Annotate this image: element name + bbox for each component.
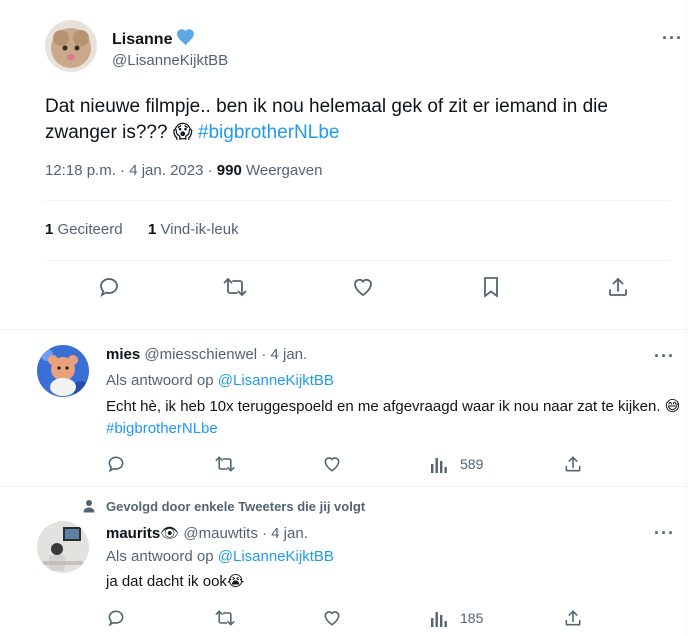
reply-header: mies @miesschienwel · 4 jan. <box>106 346 307 363</box>
reply-date[interactable]: · 4 jan. <box>261 346 307 363</box>
heart-icon <box>322 608 342 628</box>
quotes-label: Geciteerd <box>57 221 123 238</box>
reply-date[interactable]: · 4 jan. <box>262 525 308 542</box>
reply-tweet[interactable]: mies @miesschienwel · 4 jan. ··· Als ant… <box>0 330 687 486</box>
share-icon <box>563 608 583 628</box>
views-count: 185 <box>460 610 484 626</box>
author-handle[interactable]: @miesschienwel <box>144 346 257 363</box>
quotes-stat[interactable]: 1 Geciteerd <box>45 221 123 238</box>
social-context[interactable]: Gevolgd door enkele Tweeters die jij vol… <box>106 499 365 514</box>
reply-context: Als antwoord op @LisanneKijktBB <box>106 372 334 389</box>
bookmark-icon <box>479 275 503 299</box>
reply-button[interactable] <box>106 454 126 474</box>
like-button[interactable] <box>322 454 342 474</box>
bookmark-button[interactable] <box>479 275 503 299</box>
avatar[interactable] <box>45 20 97 72</box>
like-button[interactable] <box>351 275 375 299</box>
divider <box>45 200 670 201</box>
share-button[interactable] <box>563 608 583 628</box>
reply-to-prefix: Als antwoord op <box>106 548 214 565</box>
reply-text: ja dat dacht ik ook😭 <box>106 571 244 593</box>
author-handle[interactable]: @mauwtits <box>183 525 257 542</box>
reply-to-prefix: Als antwoord op <box>106 372 214 389</box>
share-button[interactable] <box>606 275 630 299</box>
views-button[interactable]: 185 <box>430 608 483 628</box>
reply-icon <box>106 608 126 628</box>
reply-context: Als antwoord op @LisanneKijktBB <box>106 548 334 565</box>
reply-to-handle[interactable]: @LisanneKijktBB <box>218 548 334 565</box>
divider <box>45 260 670 261</box>
retweet-button[interactable] <box>222 275 248 299</box>
like-button[interactable] <box>322 608 342 628</box>
share-button[interactable] <box>563 454 583 474</box>
reply-button[interactable] <box>97 275 121 299</box>
tweet-meta: 12:18 p.m. · 4 jan. 2023 · 990 Weergaven <box>45 162 322 179</box>
heart-icon <box>351 275 375 299</box>
retweet-icon <box>214 608 236 628</box>
likes-count: 1 <box>148 221 157 238</box>
avatar[interactable] <box>37 345 89 397</box>
retweet-button[interactable] <box>214 608 236 628</box>
views-button[interactable]: 589 <box>430 454 483 474</box>
more-options-icon[interactable]: ··· <box>662 28 683 49</box>
eye-emoji: 👁 <box>160 525 180 542</box>
author-handle[interactable]: @LisanneKijktBB <box>112 52 228 69</box>
reply-header: maurits👁 @mauwtits · 4 jan. <box>106 524 308 542</box>
reply-icon <box>97 275 121 299</box>
reply-text-body: Echt hè, ik heb 10x teruggespoeld en me … <box>106 398 661 415</box>
heart-icon <box>322 454 342 474</box>
reply-tweet[interactable]: Gevolgd door enkele Tweeters die jij vol… <box>0 487 687 636</box>
crying-emoji: 😭 <box>226 573 245 590</box>
scream-emoji: 😱 <box>172 122 193 143</box>
share-icon <box>563 454 583 474</box>
quotes-count: 1 <box>45 221 54 238</box>
sweat-smile-emoji: 😅 <box>664 398 681 415</box>
views-label: Weergaven <box>245 162 323 179</box>
verified-heart-icon <box>177 29 195 51</box>
reply-text-body: ja dat dacht ik ook <box>106 573 227 590</box>
likes-stat[interactable]: 1 Vind-ik-leuk <box>148 221 239 238</box>
author-name[interactable]: maurits <box>106 525 160 542</box>
reply-icon <box>106 454 126 474</box>
hashtag-link[interactable]: #bigbrotherNLbe <box>106 420 218 437</box>
author-name[interactable]: Lisanne <box>112 31 172 49</box>
person-icon <box>82 499 96 518</box>
views-count: 990 <box>216 162 242 179</box>
reply-button[interactable] <box>106 608 126 628</box>
tweet-text: Dat nieuwe filmpje.. ben ik nou helemaal… <box>45 94 645 146</box>
more-options-icon[interactable]: ··· <box>654 346 675 367</box>
retweet-icon <box>222 275 248 299</box>
analytics-icon <box>430 608 448 628</box>
share-icon <box>606 275 630 299</box>
retweet-icon <box>214 454 236 474</box>
timestamp[interactable]: 12:18 p.m. · 4 jan. 2023 · <box>45 162 213 179</box>
hashtag-link[interactable]: #bigbrotherNLbe <box>198 122 340 143</box>
reply-to-handle[interactable]: @LisanneKijktBB <box>218 372 334 389</box>
likes-label: Vind-ik-leuk <box>160 221 239 238</box>
views-count: 589 <box>460 456 484 472</box>
author-name[interactable]: mies <box>106 346 140 363</box>
analytics-icon <box>430 454 448 474</box>
avatar[interactable] <box>37 521 89 573</box>
retweet-button[interactable] <box>214 454 236 474</box>
more-options-icon[interactable]: ··· <box>654 523 675 544</box>
main-tweet: Lisanne @LisanneKijktBB ··· Dat nieuwe f… <box>0 0 687 330</box>
reply-text: Echt hè, ik heb 10x teruggespoeld en me … <box>106 396 681 440</box>
